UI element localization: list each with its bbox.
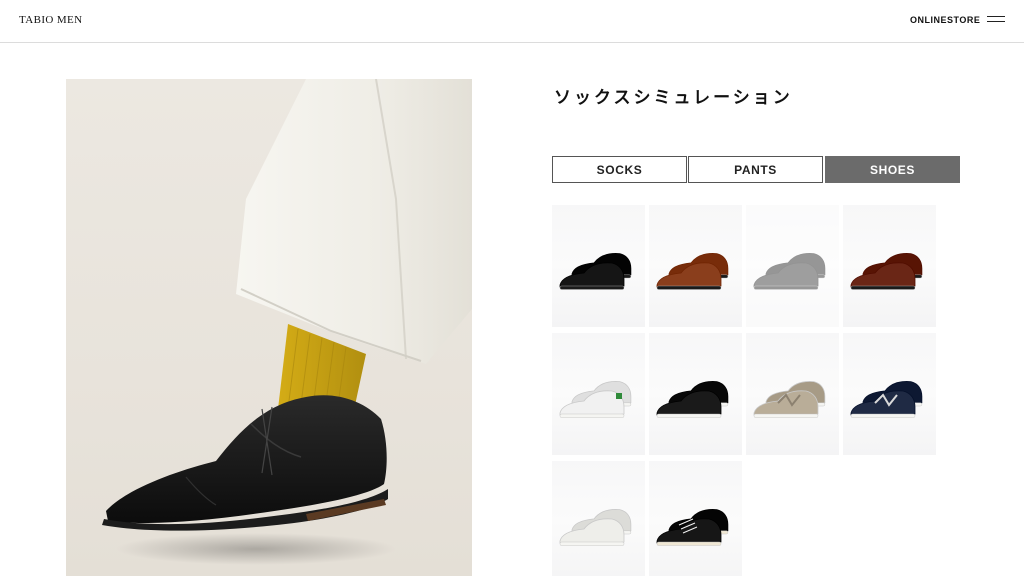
hamburger-menu-icon[interactable]	[987, 14, 1007, 26]
shoe-pair-image	[850, 253, 923, 290]
shoe-body	[656, 390, 722, 417]
shoe-options-grid	[552, 205, 936, 576]
page-title: ソックスシミュレーション	[554, 88, 793, 108]
shoe-body	[656, 518, 722, 545]
site-logo[interactable]: TABIO MEN	[19, 14, 83, 26]
shoe-option-white-leather-sneaker[interactable]	[552, 461, 645, 576]
shoe-pair-image	[559, 509, 632, 546]
leg-shoe-illustration	[102, 79, 472, 565]
shoe-pair-image	[753, 381, 826, 418]
shoe-pair-image	[656, 253, 729, 290]
shoe-option-white-green-sneaker[interactable]	[552, 333, 645, 455]
tab-shoes[interactable]: SHOES	[825, 156, 960, 183]
shoe-option-brown-oxford[interactable]	[843, 205, 936, 327]
shoe-option-brown-loafer[interactable]	[649, 205, 742, 327]
tab-pants[interactable]: PANTS	[688, 156, 823, 183]
shoe-body	[559, 518, 625, 545]
shoe-body	[559, 262, 625, 289]
shoe-sole	[656, 285, 722, 290]
shoe-sole	[559, 541, 625, 546]
shoe-body	[753, 262, 819, 289]
online-store-link[interactable]: ONLINESTORE	[910, 15, 980, 25]
category-tabs: SOCKS PANTS SHOES	[552, 156, 960, 183]
shoe-option-beige-running-sneaker[interactable]	[746, 333, 839, 455]
tab-socks[interactable]: SOCKS	[552, 156, 687, 183]
shoe-body	[656, 262, 722, 289]
shoe-sole	[850, 285, 916, 290]
shoe-option-black-loafer[interactable]	[552, 205, 645, 327]
shoe-sole	[656, 541, 722, 546]
site-header: TABIO MEN ONLINESTORE	[0, 0, 1024, 43]
shoe-sole	[753, 285, 819, 290]
hero-simulation-photo	[66, 79, 472, 576]
shoe-sole	[656, 413, 722, 418]
shoe-sole	[559, 285, 625, 290]
shoe-pair-image	[559, 381, 632, 418]
shoe-option-navy-running-sneaker[interactable]	[843, 333, 936, 455]
shoe-pair-image	[656, 381, 729, 418]
shoe-sole	[559, 413, 625, 418]
shoe-body	[850, 262, 916, 289]
shoe-option-dark-gray-oxford[interactable]	[746, 205, 839, 327]
green-heel-tab	[616, 393, 622, 399]
shoe-pair-image	[753, 253, 826, 290]
shoe-pair-image	[850, 381, 923, 418]
shoe-option-black-canvas-sneaker[interactable]	[649, 461, 742, 576]
shoe-pair-image	[656, 509, 729, 546]
shoe-sole	[850, 413, 916, 418]
shoe-pair-image	[559, 253, 632, 290]
shoe-body	[559, 390, 625, 417]
shoe-sole	[753, 413, 819, 418]
shoe-option-black-sneaker[interactable]	[649, 333, 742, 455]
